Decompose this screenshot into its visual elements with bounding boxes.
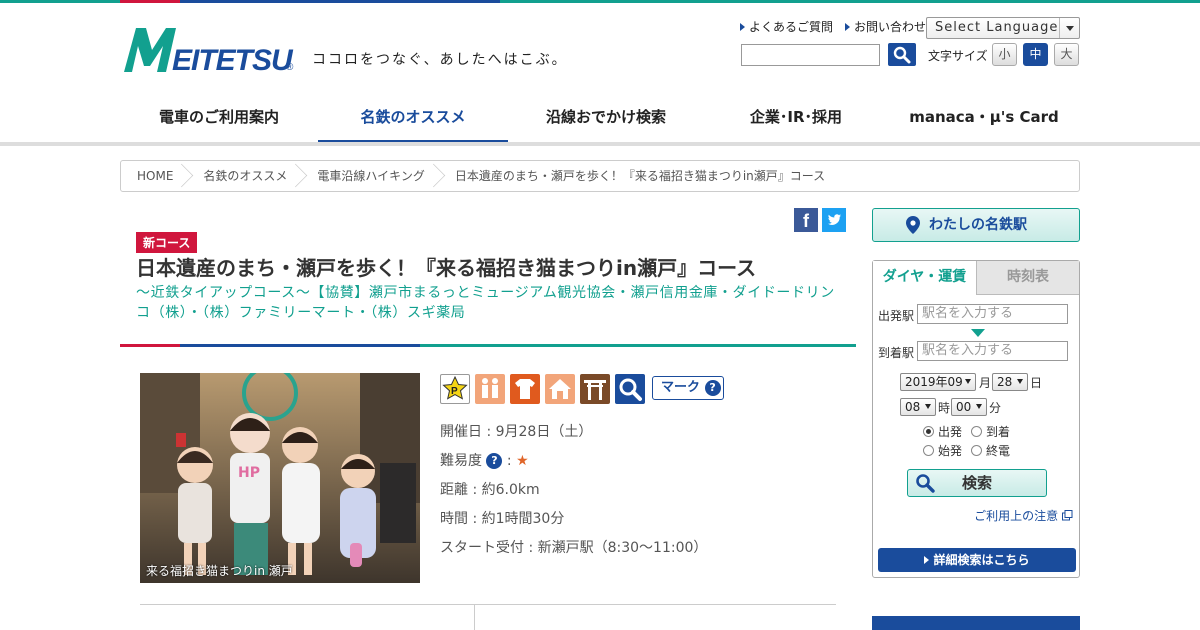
arrow-down-icon [971, 329, 985, 337]
photo-caption: 来る福招き猫まつりin 瀬戸 [146, 564, 293, 578]
nav-corporate[interactable]: 企業･IR･採用 [704, 96, 888, 144]
tagline: ココロをつなぐ、あしたへはこぶ。 [312, 52, 568, 68]
font-size-small-button[interactable]: 小 [992, 43, 1017, 66]
triangle-bullet-icon [740, 22, 745, 31]
search-icon [893, 46, 911, 64]
difficulty-stars: ★ [516, 453, 529, 469]
map-pin-icon [906, 216, 920, 234]
chevron-down-icon [1059, 18, 1079, 38]
nav-train-guide[interactable]: 電車のご利用案内 [120, 96, 318, 144]
content-divider [140, 604, 836, 605]
magnifier-icon[interactable] [615, 374, 645, 404]
day-unit: 日 [1030, 376, 1043, 390]
duration: 時間 : 約1時間30分 [440, 511, 565, 527]
detailed-search-button[interactable]: 詳細検索はこちら [878, 548, 1076, 572]
top-accent-bar [0, 0, 1200, 3]
svg-text:EITETSU: EITETSU [172, 44, 294, 76]
from-label: 出発駅 [878, 309, 915, 323]
search-icon [916, 474, 935, 493]
shop-icon [510, 374, 540, 404]
event-date: 開催日 : 9月28日（土） [440, 424, 593, 440]
svg-text:®: ® [286, 62, 294, 73]
to-station-input[interactable]: 駅名を入力する [917, 341, 1068, 361]
svg-text:P: P [451, 386, 458, 397]
radio-dot [923, 445, 934, 456]
font-size-label: 文字サイズ [928, 49, 988, 63]
radio-depart[interactable]: 出発 [923, 423, 962, 440]
external-link-icon [1062, 510, 1073, 521]
title-divider [120, 344, 856, 347]
minute-select[interactable]: 00 [951, 398, 987, 416]
tab-fare[interactable]: ダイヤ・運賃 [873, 261, 977, 295]
nav-divider [0, 142, 1200, 146]
radio-dot [923, 426, 934, 437]
to-label: 到着駅 [878, 346, 915, 360]
difficulty: 難易度 ? : ★ [440, 453, 529, 469]
hour-unit: 時 [938, 401, 951, 415]
usage-notes-link[interactable]: ご利用上の注意 [974, 507, 1073, 524]
rest-house-icon [545, 374, 575, 404]
route-search-panel: ダイヤ・運賃 時刻表 出発駅 駅名を入力する 到着駅 駅名を入力する 2019年… [872, 260, 1080, 578]
mark-legend-button[interactable]: マーク ? [652, 376, 724, 400]
radio-dot [971, 426, 982, 437]
breadcrumb: HOME 名鉄のオススメ 電車沿線ハイキング 日本遺産のまち・瀬戸を歩く！『来る… [120, 160, 1080, 192]
svg-text:HP: HP [238, 465, 260, 481]
restroom-icon [475, 374, 505, 404]
month-unit: 月 [979, 376, 992, 390]
breadcrumb-home[interactable]: HOME [121, 161, 187, 191]
global-nav: 電車のご利用案内 名鉄のオススメ 沿線おでかけ検索 企業･IR･採用 manac… [120, 96, 1080, 144]
site-search-button[interactable] [888, 43, 916, 66]
minute-unit: 分 [989, 401, 1002, 415]
distance: 距離 : 約6.0km [440, 482, 540, 498]
breadcrumb-recommend[interactable]: 名鉄のオススメ [187, 161, 301, 191]
tab-timetable[interactable]: 時刻表 [977, 261, 1079, 295]
meitetsu-logo[interactable]: EITETSU ® [122, 24, 300, 77]
radio-last-train[interactable]: 終電 [971, 442, 1010, 459]
content-column-divider [474, 604, 475, 630]
utility-links: よくあるご質問 お問い合わせ [740, 18, 926, 35]
triangle-bullet-icon [924, 556, 930, 564]
nav-outing-search[interactable]: 沿線おでかけ検索 [508, 96, 704, 144]
day-select[interactable]: 28 [992, 373, 1028, 391]
parking-icon: P [440, 374, 470, 404]
facebook-share-icon[interactable]: f [794, 208, 818, 232]
new-course-badge: 新コース [136, 232, 198, 253]
my-station-button[interactable]: わたしの名鉄駅 [872, 208, 1080, 242]
year-month-select[interactable]: 2019年09 [900, 373, 976, 391]
hour-select[interactable]: 08 [900, 398, 936, 416]
start-reception: スタート受付 : 新瀬戸駅（8:30～11:00） [440, 540, 708, 556]
help-icon: ? [704, 379, 721, 396]
sidebar-next-block [872, 616, 1080, 630]
route-search-button[interactable]: 検索 [907, 469, 1047, 497]
language-select[interactable]: Select Language [926, 17, 1080, 39]
page-subtitle: ～近鉄タイアップコース～【協賛】瀬戸市まるっとミュージアム観光協会・瀬戸信用金庫… [136, 285, 835, 321]
radio-arrive[interactable]: 到着 [971, 423, 1010, 440]
faq-link[interactable]: よくあるご質問 [740, 18, 833, 35]
radio-first-train[interactable]: 始発 [923, 442, 962, 459]
shrine-icon [580, 374, 610, 404]
nav-manaca[interactable]: manaca・μ's Card [888, 96, 1080, 144]
radio-dot [971, 445, 982, 456]
difficulty-help-icon[interactable]: ? [486, 453, 503, 469]
site-search-input[interactable] [741, 44, 880, 66]
from-station-input[interactable]: 駅名を入力する [917, 304, 1068, 324]
twitter-share-icon[interactable] [822, 208, 846, 232]
breadcrumb-hiking[interactable]: 電車沿線ハイキング [301, 161, 438, 191]
triangle-bullet-icon [845, 22, 851, 31]
contact-link[interactable]: お問い合わせ [845, 18, 926, 35]
page-title: 日本遺産のまち・瀬戸を歩く！『来る福招き猫まつりin瀬戸』コース [136, 256, 757, 280]
nav-recommend[interactable]: 名鉄のオススメ [318, 96, 508, 144]
breadcrumb-current: 日本遺産のまち・瀬戸を歩く！『来る福招き猫まつりin瀬戸』コース [454, 169, 826, 183]
font-size-medium-button[interactable]: 中 [1023, 43, 1048, 66]
font-size-large-button[interactable]: 大 [1054, 43, 1079, 66]
course-photo: HP 来る福招き猫まつりin 瀬戸 [140, 373, 420, 583]
